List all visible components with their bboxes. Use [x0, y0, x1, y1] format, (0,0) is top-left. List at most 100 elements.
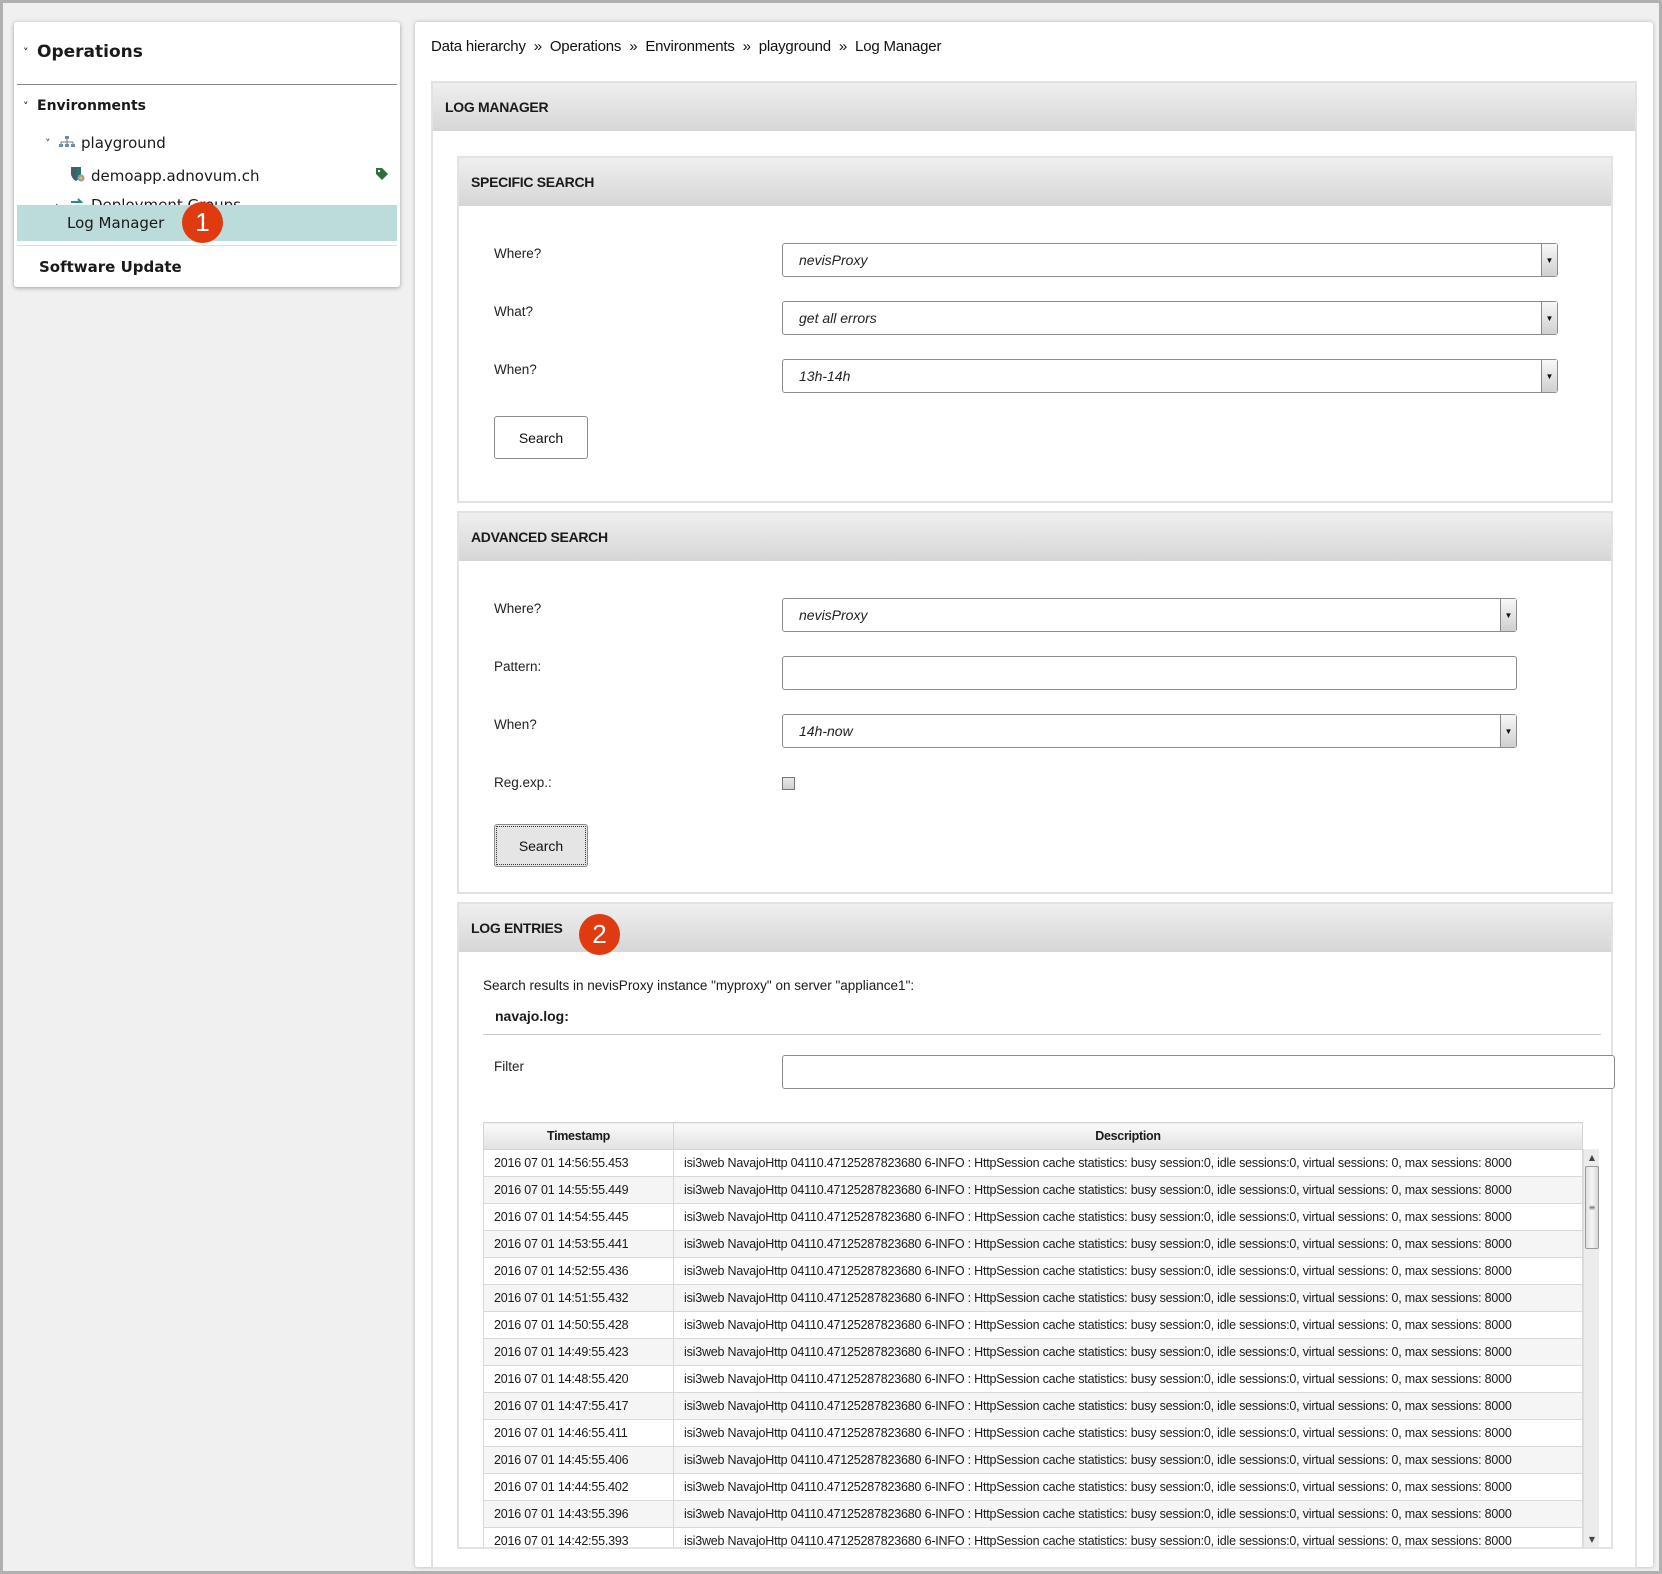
- panel-title-text: LOG ENTRIES: [471, 920, 563, 936]
- sidebar-item-demoapp[interactable]: demoapp.adnovum.ch: [17, 162, 397, 190]
- pattern-input[interactable]: [782, 656, 1517, 690]
- table-row[interactable]: 2016 07 01 14:43:55.396 isi3web NavajoHtt…: [483, 1500, 1583, 1528]
- cell-timestamp: 2016 07 01 14:52:55.436: [483, 1257, 674, 1285]
- dropdown-arrow-icon[interactable]: ▼: [1541, 244, 1557, 276]
- filter-input[interactable]: [782, 1055, 1615, 1089]
- panel-title: SPECIFIC SEARCH: [459, 158, 1611, 206]
- advanced-search-button[interactable]: Search: [494, 824, 588, 867]
- dropdown-arrow-icon[interactable]: ▼: [1541, 302, 1557, 334]
- table-header-row: Timestamp Description: [483, 1122, 1583, 1150]
- sidebar-item-operations[interactable]: ˅ Operations: [17, 34, 397, 70]
- cell-description: isi3web NavajoHttp 04110.47125287823680 …: [673, 1338, 1583, 1366]
- cell-description: isi3web NavajoHttp 04110.47125287823680 …: [673, 1419, 1583, 1447]
- table-row[interactable]: 2016 07 01 14:46:55.411 isi3web NavajoHtt…: [483, 1419, 1583, 1447]
- where-label: Where?: [494, 246, 542, 261]
- what-select[interactable]: get all errors ▼: [782, 301, 1558, 335]
- column-header-timestamp[interactable]: Timestamp: [483, 1122, 674, 1150]
- cell-timestamp: 2016 07 01 14:45:55.406: [483, 1446, 674, 1474]
- sidebar-item-environments[interactable]: ˅ Environments: [17, 90, 397, 122]
- table-row[interactable]: 2016 07 01 14:52:55.436 isi3web NavajoHtt…: [483, 1257, 1583, 1285]
- breadcrumb-separator: »: [838, 38, 848, 55]
- sidebar-item-label: Environments: [37, 98, 147, 114]
- when-select-value: 13h-14h: [799, 368, 851, 384]
- cell-timestamp: 2016 07 01 14:46:55.411: [483, 1419, 674, 1447]
- specific-search-panel: SPECIFIC SEARCH Where? nevisProxy ▼ What…: [457, 156, 1613, 503]
- cell-description: isi3web NavajoHttp 04110.47125287823680 …: [673, 1257, 1583, 1285]
- breadcrumb-item[interactable]: Data hierarchy: [431, 38, 526, 55]
- log-manager-panel: LOG MANAGER SPECIFIC SEARCH Where? nevis…: [431, 81, 1637, 1569]
- when-select[interactable]: 13h-14h ▼: [782, 359, 1558, 393]
- table-row[interactable]: 2016 07 01 14:45:55.406 isi3web NavajoHtt…: [483, 1446, 1583, 1474]
- panel-title: LOG MANAGER: [433, 83, 1635, 131]
- sidebar-item-playground[interactable]: ˅ playground: [17, 127, 397, 159]
- dropdown-arrow-icon[interactable]: ▼: [1500, 599, 1516, 631]
- table-row[interactable]: 2016 07 01 14:50:55.428 isi3web NavajoHtt…: [483, 1311, 1583, 1339]
- table-row[interactable]: 2016 07 01 14:48:55.420 isi3web NavajoHtt…: [483, 1365, 1583, 1393]
- cell-timestamp: 2016 07 01 14:44:55.402: [483, 1473, 674, 1501]
- cell-timestamp: 2016 07 01 14:55:55.449: [483, 1176, 674, 1204]
- regexp-checkbox[interactable]: [782, 777, 795, 790]
- when-select[interactable]: 14h-now ▼: [782, 714, 1517, 748]
- annotation-badge-1: 1: [182, 202, 223, 243]
- server-shield-icon: [69, 166, 85, 186]
- cell-description: isi3web NavajoHttp 04110.47125287823680 …: [673, 1500, 1583, 1528]
- cell-description: isi3web NavajoHttp 04110.47125287823680 …: [673, 1527, 1583, 1547]
- where-select[interactable]: nevisProxy ▼: [782, 598, 1517, 632]
- table-row[interactable]: 2016 07 01 14:53:55.441 isi3web NavajoHtt…: [483, 1230, 1583, 1258]
- table-row[interactable]: 2016 07 01 14:44:55.402 isi3web NavajoHtt…: [483, 1473, 1583, 1501]
- sidebar-item-label: Operations: [37, 42, 143, 62]
- table-row[interactable]: 2016 07 01 14:55:55.449 isi3web NavajoHtt…: [483, 1176, 1583, 1204]
- when-select-value: 14h-now: [799, 723, 853, 739]
- breadcrumb-item-current: Log Manager: [855, 38, 942, 55]
- panel-title: LOG ENTRIES: [459, 904, 1611, 952]
- specific-search-button[interactable]: Search: [494, 416, 588, 459]
- cell-description: isi3web NavajoHttp 04110.47125287823680 …: [673, 1311, 1583, 1339]
- regexp-label: Reg.exp.:: [494, 775, 552, 790]
- breadcrumb-item[interactable]: Operations: [550, 38, 622, 55]
- breadcrumb-item[interactable]: playground: [759, 38, 831, 55]
- what-select-value: get all errors: [799, 310, 877, 326]
- divider: [483, 1034, 1601, 1035]
- chevron-down-icon[interactable]: ˅: [23, 100, 37, 113]
- cell-timestamp: 2016 07 01 14:43:55.396: [483, 1500, 674, 1528]
- when-label: When?: [494, 362, 537, 377]
- pattern-label: Pattern:: [494, 659, 542, 674]
- dropdown-arrow-icon[interactable]: ▼: [1541, 360, 1557, 392]
- chevron-down-icon[interactable]: ˅: [45, 137, 59, 150]
- sidebar-item-software-update[interactable]: Software Update: [17, 248, 397, 286]
- filter-label: Filter: [494, 1059, 524, 1074]
- breadcrumb: Data hierarchy » Operations » Environmen…: [431, 38, 941, 55]
- table-row[interactable]: 2016 07 01 14:51:55.432 isi3web NavajoHtt…: [483, 1284, 1583, 1312]
- breadcrumb-separator: »: [742, 38, 751, 55]
- scroll-up-arrow-icon[interactable]: ▲: [1584, 1149, 1600, 1165]
- panel-title: ADVANCED SEARCH: [459, 513, 1611, 561]
- dropdown-arrow-icon[interactable]: ▼: [1500, 715, 1516, 747]
- cell-timestamp: 2016 07 01 14:47:55.417: [483, 1392, 674, 1420]
- app-frame: ˅ Operations ˅ Environments ˅ playground…: [0, 0, 1662, 1574]
- tag-icon[interactable]: [375, 167, 389, 185]
- where-select[interactable]: nevisProxy ▼: [782, 243, 1558, 277]
- cell-description: isi3web NavajoHttp 04110.47125287823680 …: [673, 1365, 1583, 1393]
- what-label: What?: [494, 304, 534, 319]
- sidebar-item-label: Software Update: [39, 258, 182, 276]
- table-row[interactable]: 2016 07 01 14:54:55.445 isi3web NavajoHtt…: [483, 1203, 1583, 1231]
- sidebar-item-log-manager[interactable]: Log Manager 1: [17, 202, 397, 243]
- chevron-down-icon[interactable]: ˅: [23, 46, 37, 59]
- scrollbar-thumb[interactable]: ≡: [1585, 1166, 1599, 1249]
- cell-description: isi3web NavajoHttp 04110.47125287823680 …: [673, 1230, 1583, 1258]
- vertical-scrollbar[interactable]: ▲ ≡ ▼: [1583, 1149, 1599, 1547]
- table-row[interactable]: 2016 07 01 14:42:55.393 isi3web NavajoHtt…: [483, 1527, 1583, 1547]
- table-row[interactable]: 2016 07 01 14:47:55.417 isi3web NavajoHtt…: [483, 1392, 1583, 1420]
- log-entries-panel: LOG ENTRIES 2 Search results in nevisPro…: [457, 902, 1615, 1549]
- column-header-description[interactable]: Description: [673, 1122, 1583, 1150]
- log-table: Timestamp Description 2016 07 01 14:56:5…: [483, 1122, 1583, 1547]
- log-file-name: navajo.log:: [495, 1008, 569, 1024]
- sidebar-item-label: demoapp.adnovum.ch: [91, 167, 260, 185]
- table-row[interactable]: 2016 07 01 14:49:55.423 isi3web NavajoHtt…: [483, 1338, 1583, 1366]
- where-label: Where?: [494, 601, 542, 616]
- cell-description: isi3web NavajoHttp 04110.47125287823680 …: [673, 1473, 1583, 1501]
- main-content: Data hierarchy » Operations » Environmen…: [415, 22, 1653, 1569]
- table-row[interactable]: 2016 07 01 14:56:55.453 isi3web NavajoHtt…: [483, 1149, 1583, 1177]
- scroll-down-arrow-icon[interactable]: ▼: [1584, 1531, 1600, 1547]
- breadcrumb-item[interactable]: Environments: [645, 38, 735, 55]
